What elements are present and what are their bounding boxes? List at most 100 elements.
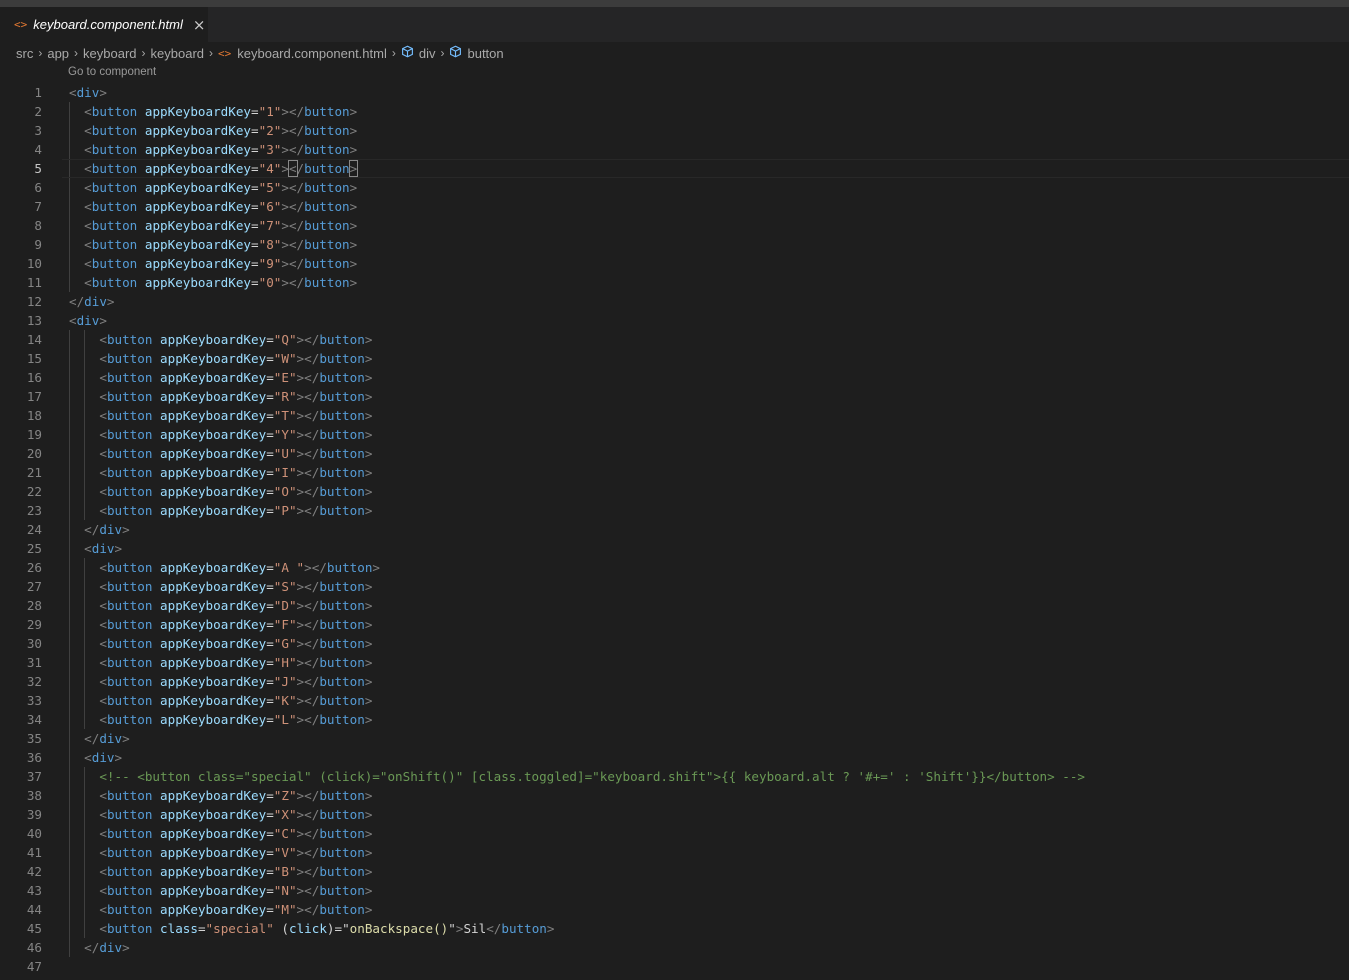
code-line[interactable]: 18 <button appKeyboardKey="T"></button> <box>0 406 1349 425</box>
code-line[interactable]: 19 <button appKeyboardKey="Y"></button> <box>0 425 1349 444</box>
code-line[interactable]: 46 </div> <box>0 938 1349 957</box>
code-line[interactable]: 2 <button appKeyboardKey="1"></button> <box>0 102 1349 121</box>
code-text: <!-- <button class="special" (click)="on… <box>99 769 1086 784</box>
line-number: 42 <box>26 864 42 879</box>
line-number: 38 <box>26 788 42 803</box>
code-line[interactable]: 4 <button appKeyboardKey="3"></button> <box>0 140 1349 159</box>
line-number: 46 <box>26 940 42 955</box>
code-line[interactable]: 33 <button appKeyboardKey="K"></button> <box>0 691 1349 710</box>
breadcrumb-item-app[interactable]: app <box>47 46 69 61</box>
code-text: <button appKeyboardKey="X"></button> <box>99 807 373 822</box>
element-cube-icon <box>449 45 462 61</box>
code-text: <button appKeyboardKey="1"></button> <box>84 104 358 119</box>
line-number: 35 <box>26 731 42 746</box>
line-number: 22 <box>26 484 42 499</box>
code-line[interactable]: 37 <!-- <button class="special" (click)=… <box>0 767 1349 786</box>
code-text: <button appKeyboardKey="A "></button> <box>99 560 380 575</box>
code-line[interactable]: 35 </div> <box>0 729 1349 748</box>
code-text: <button appKeyboardKey="D"></button> <box>99 598 373 613</box>
code-text: <button appKeyboardKey="S"></button> <box>99 579 373 594</box>
code-line[interactable]: 40 <button appKeyboardKey="C"></button> <box>0 824 1349 843</box>
code-text: <button appKeyboardKey="W"></button> <box>99 351 373 366</box>
code-line[interactable]: 39 <button appKeyboardKey="X"></button> <box>0 805 1349 824</box>
code-line[interactable]: 21 <button appKeyboardKey="I"></button> <box>0 463 1349 482</box>
line-number: 16 <box>26 370 42 385</box>
code-text: <button appKeyboardKey="U"></button> <box>99 446 373 461</box>
code-text: <button appKeyboardKey="J"></button> <box>99 674 373 689</box>
code-line[interactable]: 30 <button appKeyboardKey="G"></button> <box>0 634 1349 653</box>
breadcrumb-item-file[interactable]: keyboard.component.html <box>237 46 387 61</box>
breadcrumb-item-keyboard-folder[interactable]: keyboard <box>83 46 136 61</box>
code-text: <button appKeyboardKey="V"></button> <box>99 845 373 860</box>
breadcrumb-item-button[interactable]: button <box>467 46 503 61</box>
code-line[interactable]: 3 <button appKeyboardKey="2"></button> <box>0 121 1349 140</box>
breadcrumb-item-div[interactable]: div <box>419 46 436 61</box>
code-line[interactable]: 31 <button appKeyboardKey="H"></button> <box>0 653 1349 672</box>
code-line[interactable]: 24 </div> <box>0 520 1349 539</box>
html-file-icon: <> <box>14 18 28 31</box>
code-line[interactable]: 16 <button appKeyboardKey="E"></button> <box>0 368 1349 387</box>
code-line[interactable]: 36 <div> <box>0 748 1349 767</box>
code-line[interactable]: 43 <button appKeyboardKey="N"></button> <box>0 881 1349 900</box>
go-to-component-link[interactable]: Go to component <box>68 66 156 78</box>
code-line[interactable]: 12 </div> <box>0 292 1349 311</box>
code-line[interactable]: 6 <button appKeyboardKey="5"></button> <box>0 178 1349 197</box>
tab-bar: <> keyboard.component.html × <box>0 7 1349 42</box>
code-line[interactable]: 45 <button class="special" (click)="onBa… <box>0 919 1349 938</box>
close-icon[interactable]: × <box>193 16 206 34</box>
line-number: 41 <box>26 845 42 860</box>
line-number: 43 <box>26 883 42 898</box>
code-line[interactable]: 8 <button appKeyboardKey="7"></button> <box>0 216 1349 235</box>
code-line[interactable]: 5 <button appKeyboardKey="4"></button> <box>0 159 1349 178</box>
code-line[interactable]: 17 <button appKeyboardKey="R"></button> <box>0 387 1349 406</box>
code-line[interactable]: 42 <button appKeyboardKey="B"></button> <box>0 862 1349 881</box>
code-line[interactable]: 10 <button appKeyboardKey="9"></button> <box>0 254 1349 273</box>
code-line[interactable]: 13 <div> <box>0 311 1349 330</box>
line-number: 37 <box>26 769 42 784</box>
code-line[interactable]: 1 <div> <box>0 83 1349 102</box>
code-text: <button appKeyboardKey="5"></button> <box>84 180 358 195</box>
code-line[interactable]: 27 <button appKeyboardKey="S"></button> <box>0 577 1349 596</box>
code-line[interactable]: 15 <button appKeyboardKey="W"></button> <box>0 349 1349 368</box>
code-text: <button class="special" (click)="onBacks… <box>99 921 555 936</box>
code-text: </div> <box>69 294 115 309</box>
line-number: 21 <box>26 465 42 480</box>
breadcrumb-item-keyboard-subfolder[interactable]: keyboard <box>151 46 204 61</box>
code-line[interactable]: 26 <button appKeyboardKey="A "></button> <box>0 558 1349 577</box>
line-number: 2 <box>34 104 42 119</box>
code-line[interactable]: 34 <button appKeyboardKey="L"></button> <box>0 710 1349 729</box>
code-line[interactable]: 41 <button appKeyboardKey="V"></button> <box>0 843 1349 862</box>
breadcrumb-item-src[interactable]: src <box>16 46 33 61</box>
line-number: 40 <box>26 826 42 841</box>
chevron-right-icon: › <box>141 46 146 60</box>
code-editor[interactable]: 1 <div> 2 <button appKeyboardKey="1"></but… <box>0 83 1349 976</box>
code-line[interactable]: 38 <button appKeyboardKey="Z"></button> <box>0 786 1349 805</box>
tab-keyboard-component-html[interactable]: <> keyboard.component.html × <box>0 7 208 42</box>
code-text: <button appKeyboardKey="8"></button> <box>84 237 358 252</box>
code-line[interactable]: 20 <button appKeyboardKey="U"></button> <box>0 444 1349 463</box>
line-number: 20 <box>26 446 42 461</box>
line-number: 30 <box>26 636 42 651</box>
line-number: 12 <box>26 294 42 309</box>
code-line[interactable]: 47 <box>0 957 1349 976</box>
code-text: </div> <box>84 522 130 537</box>
code-line[interactable]: 14 <button appKeyboardKey="Q"></button> <box>0 330 1349 349</box>
code-line[interactable]: 11 <button appKeyboardKey="0"></button> <box>0 273 1349 292</box>
code-text: <button appKeyboardKey="Z"></button> <box>99 788 373 803</box>
code-line[interactable]: 28 <button appKeyboardKey="D"></button> <box>0 596 1349 615</box>
code-line[interactable]: 9 <button appKeyboardKey="8"></button> <box>0 235 1349 254</box>
code-text: <button appKeyboardKey="2"></button> <box>84 123 358 138</box>
code-line[interactable]: 22 <button appKeyboardKey="O"></button> <box>0 482 1349 501</box>
code-line[interactable]: 44 <button appKeyboardKey="M"></button> <box>0 900 1349 919</box>
line-number: 7 <box>34 199 42 214</box>
code-line[interactable]: 23 <button appKeyboardKey="P"></button> <box>0 501 1349 520</box>
code-line[interactable]: 32 <button appKeyboardKey="J"></button> <box>0 672 1349 691</box>
line-number: 11 <box>26 275 42 290</box>
code-text: <button appKeyboardKey="0"></button> <box>84 275 358 290</box>
line-number: 5 <box>34 161 42 176</box>
code-line[interactable]: 29 <button appKeyboardKey="F"></button> <box>0 615 1349 634</box>
code-line[interactable]: 25 <div> <box>0 539 1349 558</box>
chevron-right-icon: › <box>209 46 214 60</box>
code-line[interactable]: 7 <button appKeyboardKey="6"></button> <box>0 197 1349 216</box>
code-text: </div> <box>84 940 130 955</box>
